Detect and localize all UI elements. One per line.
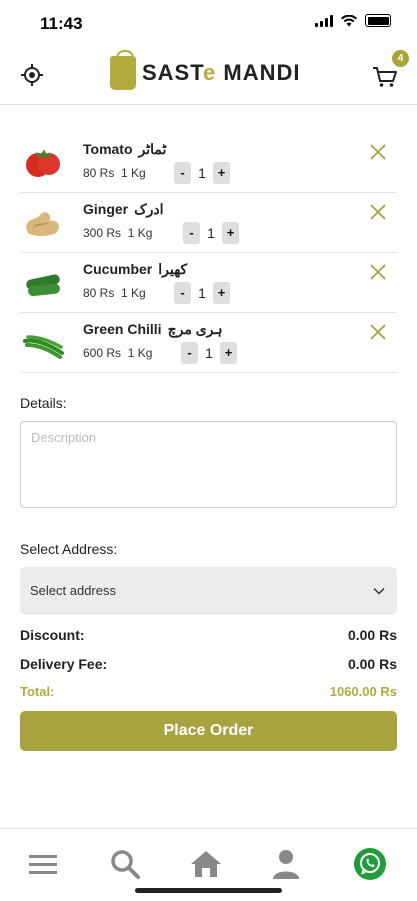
close-icon[interactable]	[369, 143, 387, 161]
item-price-unit: 80 Rs 1 Kg	[83, 286, 146, 300]
search-icon[interactable]	[108, 847, 142, 881]
list-item: Cucumber کھیرا 80 Rs 1 Kg - 1 +	[20, 253, 397, 313]
decrease-button[interactable]: -	[181, 342, 198, 364]
brand-logo: SASTe MANDI	[110, 50, 301, 90]
quantity-value: 1	[207, 225, 215, 241]
close-icon[interactable]	[369, 263, 387, 281]
quantity-value: 1	[198, 165, 206, 181]
item-price-unit: 80 Rs 1 Kg	[83, 166, 146, 180]
quantity-stepper: - 1 +	[183, 222, 239, 244]
description-input[interactable]	[21, 422, 396, 507]
signal-icon	[315, 14, 333, 27]
status-icons	[315, 14, 391, 27]
quantity-stepper: - 1 +	[181, 342, 237, 364]
increase-button[interactable]: +	[213, 162, 230, 184]
item-name: Cucumber کھیرا	[83, 261, 188, 277]
tomato-image	[26, 149, 60, 177]
details-label: Details:	[20, 395, 67, 411]
cart-count-badge: 4	[392, 50, 409, 67]
discount-row: Discount: 0.00 Rs	[20, 627, 397, 643]
discount-value: 0.00 Rs	[347, 627, 397, 643]
decrease-button[interactable]: -	[174, 162, 191, 184]
discount-label: Discount:	[20, 627, 85, 643]
status-time: 11:43	[40, 14, 83, 33]
wifi-icon	[341, 14, 357, 26]
item-name: Green Chilli ہری مرچ	[83, 321, 223, 337]
cart-icon[interactable]	[371, 62, 399, 90]
app-header: SASTe MANDI 4	[0, 48, 417, 105]
delivery-fee-row: Delivery Fee: 0.00 Rs	[20, 656, 397, 672]
location-target-icon[interactable]	[20, 63, 44, 87]
home-indicator	[135, 888, 282, 893]
list-item: Ginger ادرک 300 Rs 1 Kg - 1 +	[20, 193, 397, 253]
list-item: Green Chilli ہری مرچ 600 Rs 1 Kg - 1 +	[20, 313, 397, 373]
quantity-stepper: - 1 +	[174, 162, 230, 184]
home-icon[interactable]	[189, 847, 223, 881]
list-item: Tomato ٹماٹر 80 Rs 1 Kg - 1 +	[20, 133, 397, 193]
address-select[interactable]: Select address	[20, 567, 397, 615]
item-price-unit: 300 Rs 1 Kg	[83, 226, 153, 240]
chevron-down-icon	[373, 587, 385, 595]
cucumber-image	[26, 274, 60, 297]
close-icon[interactable]	[369, 323, 387, 341]
delivery-fee-value: 0.00 Rs	[347, 656, 397, 672]
quantity-stepper: - 1 +	[174, 282, 230, 304]
decrease-button[interactable]: -	[183, 222, 200, 244]
total-label: Total:	[20, 684, 55, 699]
total-row: Total: 1060.00 Rs	[20, 684, 397, 699]
close-icon[interactable]	[369, 203, 387, 221]
item-name: Ginger ادرک	[83, 201, 164, 217]
battery-icon	[365, 14, 391, 27]
place-order-button[interactable]: Place Order	[20, 711, 397, 751]
description-box	[20, 421, 397, 508]
delivery-fee-label: Delivery Fee:	[20, 656, 108, 672]
brand-name: SASTe MANDI	[142, 60, 301, 85]
increase-button[interactable]: +	[213, 282, 230, 304]
quantity-value: 1	[205, 345, 213, 361]
shopping-bag-logo-icon	[110, 50, 136, 90]
total-value: 1060.00 Rs	[329, 684, 397, 699]
address-select-value: Select address	[30, 583, 116, 598]
item-price-unit: 600 Rs 1 Kg	[83, 346, 153, 360]
profile-icon[interactable]	[269, 847, 303, 881]
decrease-button[interactable]: -	[174, 282, 191, 304]
increase-button[interactable]: +	[222, 222, 239, 244]
item-name: Tomato ٹماٹر	[83, 141, 167, 157]
ginger-image	[26, 212, 59, 236]
address-label: Select Address:	[20, 541, 118, 557]
whatsapp-icon[interactable]	[353, 847, 387, 881]
increase-button[interactable]: +	[220, 342, 237, 364]
cart-item-list: Tomato ٹماٹر 80 Rs 1 Kg - 1 + Ginger ادرک …	[20, 133, 397, 373]
status-bar: 11:43	[0, 0, 417, 48]
green-chilli-image	[23, 335, 64, 359]
quantity-value: 1	[198, 285, 206, 301]
menu-icon[interactable]	[26, 847, 60, 881]
